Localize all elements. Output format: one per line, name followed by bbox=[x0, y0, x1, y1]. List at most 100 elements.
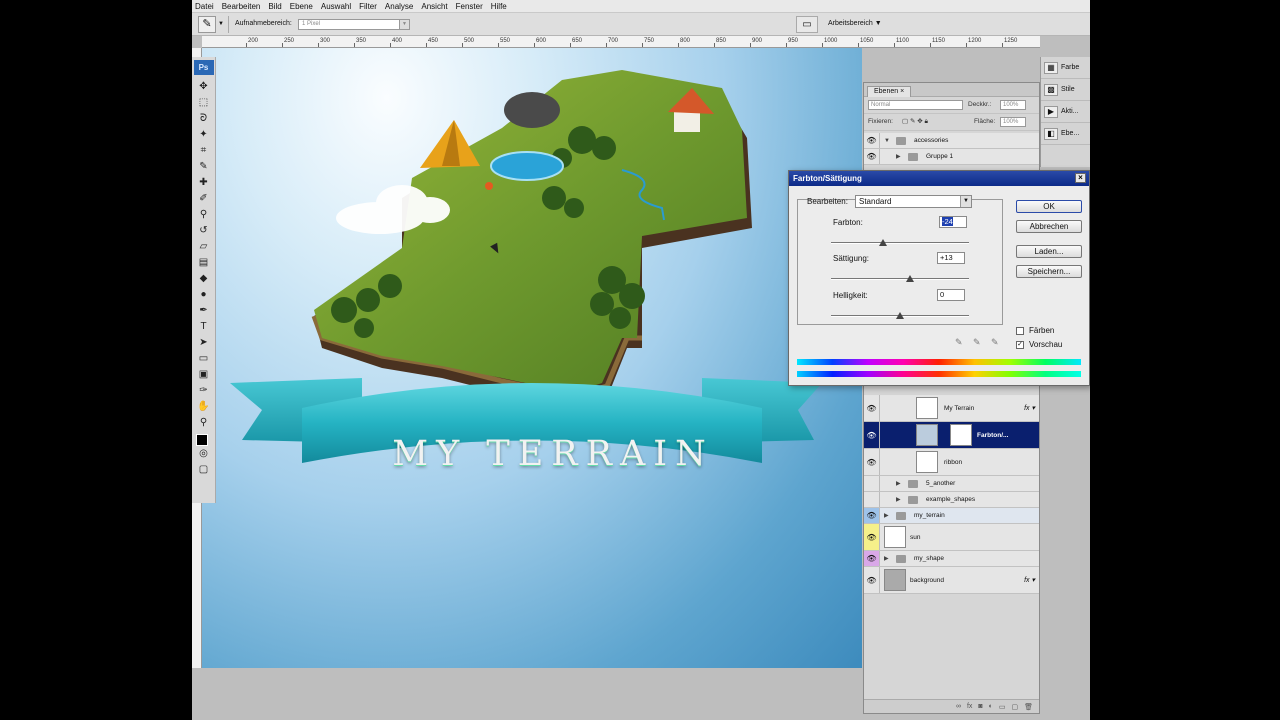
menu-ebene[interactable]: Ebene bbox=[287, 2, 318, 11]
layer-row-5-another[interactable]: ▶ 5_another bbox=[864, 476, 1039, 492]
history-brush-tool-icon[interactable]: ↺ bbox=[194, 223, 214, 238]
hue-input[interactable]: -24 bbox=[939, 216, 967, 228]
hue-slider-track[interactable] bbox=[831, 242, 969, 244]
colorize-checkbox[interactable] bbox=[1016, 327, 1024, 335]
menu-datei[interactable]: Datei bbox=[192, 2, 219, 11]
layer-style-icon[interactable]: fx bbox=[967, 703, 972, 710]
move-tool-icon[interactable]: ✥ bbox=[194, 79, 214, 94]
blur-tool-icon[interactable]: ◆ bbox=[194, 271, 214, 286]
visibility-eye-icon[interactable]: 👁︎ bbox=[864, 422, 880, 448]
brush-tool-icon[interactable]: ✐ bbox=[194, 191, 214, 206]
lasso-tool-icon[interactable]: ᘐ bbox=[194, 111, 214, 126]
menu-fenster[interactable]: Fenster bbox=[453, 2, 488, 11]
trash-icon[interactable]: 🗑︎ bbox=[1024, 703, 1033, 711]
visibility-toggle[interactable] bbox=[864, 492, 880, 507]
layer-row-background[interactable]: 👁︎ background fx ▾ bbox=[864, 567, 1039, 594]
magic-wand-tool-icon[interactable]: ✦ bbox=[194, 127, 214, 142]
layer-row-gruppe-1[interactable]: 👁︎ ▶ Gruppe 1 bbox=[864, 149, 1039, 165]
new-layer-icon[interactable]: ▢ bbox=[1011, 703, 1018, 711]
expand-arrow-icon[interactable]: ▶ bbox=[884, 508, 889, 524]
menu-analyse[interactable]: Analyse bbox=[382, 2, 418, 11]
opacity-field[interactable]: 100% bbox=[1000, 100, 1026, 110]
layer-row-accessories[interactable]: 👁︎ ▼ accessories bbox=[864, 133, 1039, 149]
layer-row-my-terrain[interactable]: 👁︎ My Terrain fx ▾ bbox=[864, 395, 1039, 422]
visibility-eye-icon[interactable]: 👁︎ bbox=[864, 551, 880, 566]
expand-arrow-icon[interactable]: ▶ bbox=[896, 149, 901, 165]
expand-arrow-icon[interactable]: ▶ bbox=[884, 551, 889, 567]
visibility-eye-icon[interactable]: 👁︎ bbox=[864, 149, 880, 164]
dock-color[interactable]: ▦ Farbe bbox=[1041, 57, 1090, 79]
link-layers-icon[interactable]: ∞ bbox=[956, 703, 961, 710]
new-group-icon[interactable]: ▭ bbox=[999, 703, 1006, 711]
clone-stamp-tool-icon[interactable]: ⚲ bbox=[194, 207, 214, 222]
menu-bearbeiten[interactable]: Bearbeiten bbox=[219, 2, 266, 11]
visibility-eye-icon[interactable]: 👁︎ bbox=[864, 449, 880, 475]
tab-layers[interactable]: Ebenen × bbox=[867, 86, 912, 97]
dock-layers[interactable]: ◧ Ebe... bbox=[1041, 123, 1090, 145]
lock-icons[interactable]: ▢ ✎ ✥ 🔒︎ bbox=[902, 117, 928, 126]
zoom-tool-icon[interactable]: ⚲ bbox=[194, 415, 214, 430]
menu-filter[interactable]: Filter bbox=[356, 2, 382, 11]
visibility-eye-icon[interactable]: 👁︎ bbox=[864, 133, 880, 148]
edit-range-select[interactable]: Standard ▼ bbox=[855, 195, 972, 208]
ok-button[interactable]: OK bbox=[1016, 200, 1082, 213]
lightness-input[interactable]: 0 bbox=[937, 289, 965, 301]
menu-hilfe[interactable]: Hilfe bbox=[488, 2, 512, 11]
screen-mode-icon[interactable]: ▢ bbox=[194, 462, 214, 477]
blend-mode-select[interactable]: Normal bbox=[868, 100, 963, 110]
eyedropper-color-tool-icon[interactable]: ✑ bbox=[194, 383, 214, 398]
menu-bild[interactable]: Bild bbox=[265, 2, 286, 11]
layer-row-sun[interactable]: 👁︎ sun bbox=[864, 524, 1039, 551]
workspace-menu[interactable]: Arbeitsbereich ▼ bbox=[828, 20, 882, 27]
layer-row-hue-saturation[interactable]: 👁︎ Farbton/... bbox=[864, 422, 1039, 449]
fill-field[interactable]: 100% bbox=[1000, 117, 1026, 127]
eraser-tool-icon[interactable]: ▱ bbox=[194, 239, 214, 254]
visibility-eye-icon[interactable]: 👁︎ bbox=[864, 567, 880, 593]
eyedropper-plus-icon[interactable]: ✎ bbox=[973, 337, 981, 348]
layer-row-example-shapes[interactable]: ▶ example_shapes bbox=[864, 492, 1039, 508]
fx-icon[interactable]: fx ▾ bbox=[1024, 395, 1035, 422]
eyedropper-tool-preset-icon[interactable]: ✎ bbox=[198, 16, 216, 33]
add-mask-icon[interactable]: ◙ bbox=[978, 703, 982, 710]
chevron-down-icon[interactable]: ▼ bbox=[218, 21, 224, 27]
healing-brush-tool-icon[interactable]: ✚ bbox=[194, 175, 214, 190]
path-selection-tool-icon[interactable]: ➤ bbox=[194, 335, 214, 350]
cancel-button[interactable]: Abbrechen bbox=[1016, 220, 1082, 233]
close-icon[interactable]: × bbox=[1075, 173, 1086, 183]
saturation-slider-thumb[interactable] bbox=[906, 275, 914, 282]
saturation-input[interactable]: +13 bbox=[937, 252, 965, 264]
layer-row-my-shape[interactable]: 👁︎ ▶ my_shape bbox=[864, 551, 1039, 567]
foreground-color-swatch[interactable] bbox=[196, 434, 208, 446]
quick-mask-icon[interactable]: ◎ bbox=[194, 446, 214, 461]
visibility-eye-icon[interactable]: 👁︎ bbox=[864, 395, 880, 421]
menu-auswahl[interactable]: Auswahl bbox=[318, 2, 356, 11]
adjustment-layer-icon[interactable]: ◐ bbox=[989, 703, 993, 710]
preview-checkbox[interactable]: ✓ bbox=[1016, 341, 1024, 349]
sample-size-select[interactable]: 1 Pixel ▼ bbox=[298, 19, 410, 30]
visibility-eye-icon[interactable]: 👁︎ bbox=[864, 524, 880, 550]
lightness-slider-thumb[interactable] bbox=[896, 312, 904, 319]
layer-row-my-terrain-group[interactable]: 👁︎ ▶ my_terrain bbox=[864, 508, 1039, 524]
document-canvas[interactable]: MY TERRAIN bbox=[202, 48, 862, 668]
eyedropper-minus-icon[interactable]: ✎ bbox=[991, 337, 999, 348]
text-tool-icon[interactable]: T bbox=[194, 319, 214, 334]
notes-tool-icon[interactable]: ▣ bbox=[194, 367, 214, 382]
pen-tool-icon[interactable]: ✒ bbox=[194, 303, 214, 318]
dodge-tool-icon[interactable]: ● bbox=[194, 287, 214, 302]
ruler-horizontal[interactable]: 200 250 300 350 400 450 500 550 600 650 700 750 800 8… bbox=[202, 36, 1040, 48]
menu-ansicht[interactable]: Ansicht bbox=[418, 2, 452, 11]
saturation-slider-track[interactable] bbox=[831, 278, 969, 280]
gradient-tool-icon[interactable]: ▤ bbox=[194, 255, 214, 270]
workspace-icon[interactable]: ▭ bbox=[796, 16, 818, 33]
dock-styles[interactable]: ▩ Stile bbox=[1041, 79, 1090, 101]
load-button[interactable]: Laden... bbox=[1016, 245, 1082, 258]
save-button[interactable]: Speichern... bbox=[1016, 265, 1082, 278]
visibility-eye-icon[interactable]: 👁︎ bbox=[864, 508, 880, 523]
marquee-tool-icon[interactable]: ⬚ bbox=[194, 95, 214, 110]
expand-arrow-icon[interactable]: ▶ bbox=[896, 492, 901, 508]
dock-actions[interactable]: ▶ Akti... bbox=[1041, 101, 1090, 123]
eyedropper-icon[interactable]: ✎ bbox=[955, 337, 963, 348]
crop-tool-icon[interactable]: ⌗ bbox=[194, 143, 214, 158]
fx-icon[interactable]: fx ▾ bbox=[1024, 567, 1035, 594]
layer-row-ribbon[interactable]: 👁︎ ribbon bbox=[864, 449, 1039, 476]
